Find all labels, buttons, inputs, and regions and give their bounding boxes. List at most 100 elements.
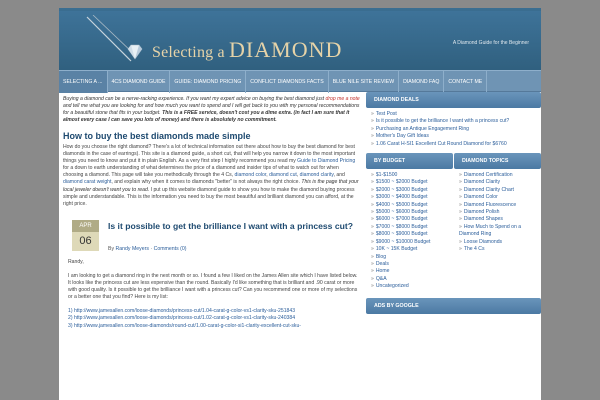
topic-link[interactable]: Diamond Fluorescence — [464, 202, 516, 208]
post-date-day: 06 — [72, 231, 99, 251]
drop-note-link[interactable]: drop me a note — [326, 96, 360, 102]
post-link-3[interactable]: 3) http://www.jamesallen.com/loose-diamo… — [68, 323, 301, 329]
budget-item[interactable]: $3000 ~ $4000 Budget — [371, 194, 448, 201]
budget-item[interactable]: $9000 ~ $10000 Budget — [371, 239, 448, 246]
budget-link[interactable]: Uncategorized — [376, 283, 409, 289]
topic-item[interactable]: Loose Diamonds — [459, 239, 536, 246]
post-by-label: By — [108, 245, 115, 252]
topic-item[interactable]: Diamond Polish — [459, 209, 536, 216]
deals-item[interactable]: Mother's Day Gift Ideas — [371, 133, 536, 140]
carat-weight-link[interactable]: diamond carat weight — [63, 179, 111, 185]
article-sep-1: , — [266, 172, 268, 179]
topic-link[interactable]: Diamond Shapes — [464, 216, 503, 222]
nav-item-diamond-faq[interactable]: Diamond FAQ — [399, 71, 445, 93]
nav-item-contact[interactable]: Contact Me — [444, 71, 488, 93]
post-author-link[interactable]: Randy Meyers — [116, 246, 149, 252]
topic-link[interactable]: Diamond Clarity — [464, 179, 500, 185]
topic-link[interactable]: Loose Diamonds — [464, 239, 502, 245]
budget-item[interactable]: Q&A — [371, 276, 448, 283]
diamond-color-link[interactable]: diamond color — [235, 172, 267, 178]
topic-link[interactable]: The 4 Cs — [464, 246, 485, 252]
topic-link[interactable]: How Much to Spend on a Diamond Ring — [459, 224, 521, 237]
site-tagline: A Diamond Guide for the Beginner — [452, 40, 529, 46]
topic-item[interactable]: Diamond Clarity Chart — [459, 187, 536, 194]
budget-item[interactable]: $5000 ~ $6000 Budget — [371, 209, 448, 216]
budget-link[interactable]: $3000 ~ $4000 Budget — [376, 194, 428, 200]
diamond-cut-link[interactable]: diamond cut — [269, 172, 297, 178]
budget-link[interactable]: $7000 ~ $8000 Budget — [376, 224, 428, 230]
budget-link[interactable]: $6000 ~ $7000 Budget — [376, 216, 428, 222]
budget-item[interactable]: $2000 ~ $3000 Budget — [371, 187, 448, 194]
budget-item[interactable]: Uncategorized — [371, 283, 448, 290]
deals-link[interactable]: Is it possible to get the brilliance I w… — [376, 118, 509, 124]
topic-item[interactable]: Diamond Clarity — [459, 179, 536, 186]
post-date-month: Apr — [72, 219, 99, 232]
topic-link[interactable]: Diamond Polish — [464, 209, 500, 215]
article-sep-2: , — [296, 172, 299, 179]
budget-item[interactable]: 10K ~ 15K Budget — [371, 246, 448, 253]
article-title: How to buy the best diamonds made simple — [63, 131, 251, 141]
deals-link[interactable]: Test Post — [376, 111, 397, 117]
topic-link[interactable]: Diamond Certification — [464, 172, 513, 178]
budget-link[interactable]: Deals — [376, 261, 389, 267]
post-link-1[interactable]: 1) http://www.jamesallen.com/loose-diamo… — [68, 308, 295, 314]
topic-item[interactable]: Diamond Shapes — [459, 216, 536, 223]
topic-item[interactable]: Diamond Fluorescence — [459, 202, 536, 209]
budget-header: By Budget — [366, 153, 453, 170]
topic-item[interactable]: Diamond Certification — [459, 172, 536, 179]
nav-item-selecting[interactable]: Selecting a ... — [59, 71, 108, 93]
budget-item[interactable]: $8000 ~ $9000 Budget — [371, 231, 448, 238]
budget-item[interactable]: Deals — [371, 261, 448, 268]
nav-item-pricing-guide[interactable]: Guide: Diamond Pricing — [170, 71, 247, 93]
budget-link[interactable]: Home — [376, 268, 390, 274]
deals-item[interactable]: Test Post — [371, 111, 536, 118]
budget-item[interactable]: Home — [371, 268, 448, 275]
deals-item[interactable]: 1.06 Carat H-SI1 Excellent Cut Round Dia… — [371, 141, 536, 148]
budget-link[interactable]: 10K ~ 15K Budget — [376, 246, 418, 252]
diamond-deals-header: Diamond Deals — [366, 92, 541, 108]
budget-link[interactable]: $5000 ~ $6000 Budget — [376, 209, 428, 215]
post-text: I am looking to get a diamond ring in th… — [68, 272, 358, 301]
deals-link[interactable]: Purchasing an Antique Engagement Ring — [376, 126, 469, 132]
budget-link[interactable]: $2000 ~ $3000 Budget — [376, 187, 428, 193]
post-title-link[interactable]: Is it possible to get the brilliance I w… — [108, 221, 358, 231]
budget-item[interactable]: $6000 ~ $7000 Budget — [371, 216, 448, 223]
intro-text-1: Buying a diamond can be a nerve-racking … — [63, 96, 325, 102]
deals-item[interactable]: Purchasing an Antique Engagement Ring — [371, 126, 536, 133]
post-date-badge: Apr 06 — [72, 219, 99, 251]
budget-link[interactable]: Q&A — [376, 276, 387, 282]
article-text-3: , and explain why when it comes to diamo… — [111, 179, 300, 186]
budget-item[interactable]: $4000 ~ $5000 Budget — [371, 202, 448, 209]
deals-link[interactable]: Mother's Day Gift Ideas — [376, 133, 429, 139]
topic-item[interactable]: The 4 Cs — [459, 246, 536, 253]
budget-link[interactable]: $9000 ~ $10000 Budget — [376, 239, 431, 245]
deals-link[interactable]: 1.06 Carat H-SI1 Excellent Cut Round Dia… — [376, 141, 507, 147]
topic-item[interactable]: How Much to Spend on a Diamond Ring — [459, 224, 536, 239]
pricing-guide-link[interactable]: Guide to Diamond Pricing — [297, 158, 355, 164]
budget-link[interactable]: $8000 ~ $9000 Budget — [376, 231, 428, 237]
site-logo[interactable]: Selecting a DIAMOND — [152, 37, 342, 63]
budget-item[interactable]: $1500 ~ $2000 Budget — [371, 179, 448, 186]
diamond-clarity-link[interactable]: diamond clarity — [300, 172, 334, 178]
post-link-2[interactable]: 2) http://www.jamesallen.com/loose-diamo… — [68, 315, 295, 321]
sidebar: Diamond Deals Test Post Is it possible t… — [366, 92, 541, 400]
nav-item-4cs-guide[interactable]: 4Cs Diamond Guide — [108, 71, 171, 93]
nav-item-blue-nile-review[interactable]: Blue Nile Site Review — [329, 71, 400, 93]
nav-item-conflict-diamonds[interactable]: Conflict Diamonds Facts — [246, 71, 329, 93]
post-body: Randy, I am looking to get a diamond rin… — [63, 259, 360, 330]
topic-link[interactable]: Diamond Color — [464, 194, 498, 200]
budget-list: $1-$1500 $1500 ~ $2000 Budget $2000 ~ $3… — [366, 169, 453, 294]
topic-link[interactable]: Diamond Clarity Chart — [464, 187, 514, 193]
budget-link[interactable]: $1500 ~ $2000 Budget — [376, 179, 428, 185]
budget-link[interactable]: $4000 ~ $5000 Budget — [376, 202, 428, 208]
post-comments-link[interactable]: Comments (0) — [154, 246, 187, 252]
deals-item[interactable]: Is it possible to get the brilliance I w… — [371, 118, 536, 125]
budget-link[interactable]: Blog — [376, 254, 386, 260]
sidebar-columns: By Budget $1-$1500 $1500 ~ $2000 Budget … — [366, 153, 541, 294]
budget-item[interactable]: Blog — [371, 254, 448, 261]
budget-item[interactable]: $1-$1500 — [371, 172, 448, 179]
budget-link[interactable]: $1-$1500 — [376, 172, 398, 178]
main-content: Buying a diamond can be a nerve-racking … — [59, 92, 364, 400]
topic-item[interactable]: Diamond Color — [459, 194, 536, 201]
budget-item[interactable]: $7000 ~ $8000 Budget — [371, 224, 448, 231]
